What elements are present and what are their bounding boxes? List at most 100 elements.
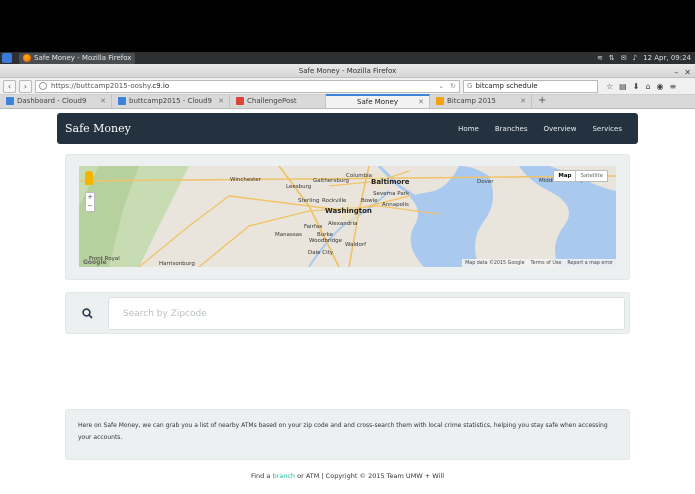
tab-close-icon[interactable]: ✕	[418, 98, 424, 106]
dropdown-arrow-icon[interactable]: ⌄	[438, 82, 444, 90]
taskbar-title: Safe Money - Mozilla Firefox	[34, 54, 132, 62]
window-titlebar: Safe Money - Mozilla Firefox – ✕	[0, 64, 695, 78]
url-bar[interactable]: https://buttcamp2015-ooshy.c9.io ⌄ ↻	[35, 79, 460, 93]
search-bar-value: bitcamp schedule	[475, 82, 538, 90]
search-bar[interactable]: G bitcamp schedule	[463, 79, 598, 93]
map-label-dover: Dover	[477, 179, 494, 185]
tab-label: buttcamp2015 - Cloud9	[129, 97, 213, 105]
map-label-woodbridge: Woodbridge	[309, 238, 342, 244]
nav-home[interactable]: Home	[450, 125, 487, 133]
map-label-bowie: Bowie	[361, 198, 378, 204]
nav-overview[interactable]: Overview	[536, 125, 585, 133]
firefox-icon	[23, 54, 31, 62]
map-label-sterling: Sterling	[298, 198, 320, 204]
map-panel: Winchester Leesburg Gaithersburg Columbi…	[65, 154, 630, 280]
web-page: Safe Money Home Branches Overview Servic…	[0, 110, 695, 494]
map-label-alexandria: Alexandria	[328, 221, 358, 227]
volume-icon[interactable]: ♪	[633, 54, 637, 62]
tab-buttcamp-cloud9[interactable]: buttcamp2015 - Cloud9 ✕	[112, 94, 230, 108]
url-host: c9.io	[152, 82, 170, 90]
app-menu-icon[interactable]	[2, 53, 12, 63]
zoom-out-icon[interactable]: −	[86, 202, 94, 211]
window-title: Safe Money - Mozilla Firefox	[298, 67, 397, 75]
mail-icon[interactable]: ✉	[621, 54, 627, 62]
map-label-annapolis: Annapolis	[382, 202, 409, 208]
map-label-columbia: Columbia	[346, 173, 372, 179]
map-label-baltimore: Baltimore	[371, 178, 410, 186]
reading-list-icon[interactable]: ▤	[619, 82, 627, 91]
challengepost-favicon-icon	[236, 97, 244, 105]
network-icon[interactable]: ⇅	[609, 54, 615, 62]
firefox-window: Safe Money - Mozilla Firefox – ✕ ‹ › htt…	[0, 64, 695, 494]
map-type-map-button[interactable]: Map	[554, 171, 575, 181]
tab-dashboard-cloud9[interactable]: Dashboard - Cloud9 ✕	[0, 94, 112, 108]
map-attribution: Map data ©2015 Google Terms of Use Repor…	[462, 259, 616, 267]
app-navbar: Safe Money Home Branches Overview Servic…	[57, 113, 638, 144]
map-label-manassas: Manassas	[275, 232, 302, 238]
tab-challengepost[interactable]: ChallengePost	[230, 94, 326, 108]
map-label-rockville: Rockville	[322, 198, 347, 204]
forward-button[interactable]: ›	[19, 79, 32, 93]
map-type-control[interactable]: Map Satellite	[553, 170, 608, 182]
zoom-control[interactable]: + −	[85, 192, 95, 212]
tab-label: Safe Money	[357, 98, 398, 106]
menu-icon[interactable]: ≡	[670, 82, 677, 91]
site-identity-icon[interactable]	[39, 82, 47, 90]
tab-close-icon[interactable]: ✕	[218, 97, 224, 105]
close-icon[interactable]: ✕	[684, 66, 691, 80]
brand-logo[interactable]: Safe Money	[65, 122, 131, 135]
map-label-harrisonburg: Harrisonburg	[159, 261, 195, 267]
map-label-winchester: Winchester	[230, 177, 261, 183]
tab-label: ChallengePost	[247, 97, 297, 105]
tab-close-icon[interactable]: ✕	[100, 97, 106, 105]
search-icon	[81, 307, 93, 319]
map-label-washington: Washington	[325, 207, 372, 215]
page-footer: Find a branch or ATM | Copyright © 2015 …	[0, 472, 695, 480]
download-icon[interactable]: ⬇	[633, 82, 640, 91]
nav-branches[interactable]: Branches	[487, 125, 536, 133]
navigation-toolbar: ‹ › https://buttcamp2015-ooshy.c9.io ⌄ ↻…	[0, 78, 695, 95]
tab-close-icon[interactable]: ✕	[520, 97, 526, 105]
report-map-error-link[interactable]: Report a map error	[567, 261, 613, 266]
street-view-pegman-icon[interactable]	[85, 171, 93, 185]
search-engine-icon[interactable]: G	[467, 82, 472, 90]
info-text: Here on Safe Money, we can grab you a li…	[78, 422, 608, 441]
zoom-in-icon[interactable]: +	[86, 193, 94, 202]
map-label-leesburg: Leesburg	[286, 184, 312, 190]
bitcamp-favicon-icon	[436, 97, 444, 105]
tab-safe-money[interactable]: Safe Money ✕	[326, 94, 430, 108]
url-prefix: https://buttcamp2015-ooshy.	[51, 82, 153, 90]
new-tab-button[interactable]: +	[532, 94, 552, 108]
tab-strip: Dashboard - Cloud9 ✕ buttcamp2015 - Clou…	[0, 94, 695, 109]
google-logo[interactable]: Google	[83, 259, 107, 266]
wifi-icon[interactable]: ≋	[597, 54, 603, 62]
tab-label: Bitcamp 2015	[447, 97, 496, 105]
zipcode-search-input[interactable]	[108, 297, 625, 330]
google-map[interactable]: Winchester Leesburg Gaithersburg Columbi…	[79, 166, 616, 267]
taskbar-firefox-window[interactable]: Safe Money - Mozilla Firefox	[19, 52, 136, 64]
pocket-icon[interactable]: ◉	[657, 82, 664, 91]
map-label-dale-city: Dale City	[308, 250, 334, 256]
back-button[interactable]: ‹	[3, 79, 16, 93]
terms-of-use-link[interactable]: Terms of Use	[531, 261, 562, 266]
bookmark-star-icon[interactable]: ☆	[606, 82, 613, 91]
clock[interactable]: 12 Apr, 09:24	[643, 54, 691, 62]
footer-prefix: Find a	[250, 472, 271, 480]
cloud9-favicon-icon	[6, 97, 14, 105]
map-type-satellite-button[interactable]: Satellite	[575, 171, 607, 181]
search-icon-container	[66, 292, 108, 334]
home-icon[interactable]: ⌂	[645, 82, 650, 91]
tab-bitcamp[interactable]: Bitcamp 2015 ✕	[430, 94, 532, 108]
os-top-panel: Safe Money - Mozilla Firefox ≋ ⇅ ✉ ♪ 12 …	[0, 52, 695, 64]
footer-branch-link[interactable]: branch	[272, 472, 295, 480]
map-label-gaithersburg: Gaithersburg	[313, 178, 349, 184]
map-data-attribution: Map data ©2015 Google	[465, 260, 525, 266]
map-label-fairfax: Fairfax	[304, 224, 323, 230]
cloud9-favicon-icon	[118, 97, 126, 105]
black-letterbox-top	[0, 0, 695, 52]
nav-services[interactable]: Services	[584, 125, 630, 133]
reload-icon[interactable]: ↻	[450, 82, 456, 90]
minimize-icon[interactable]: –	[674, 66, 678, 80]
zipcode-search-panel	[65, 292, 630, 334]
tab-label: Dashboard - Cloud9	[17, 97, 87, 105]
